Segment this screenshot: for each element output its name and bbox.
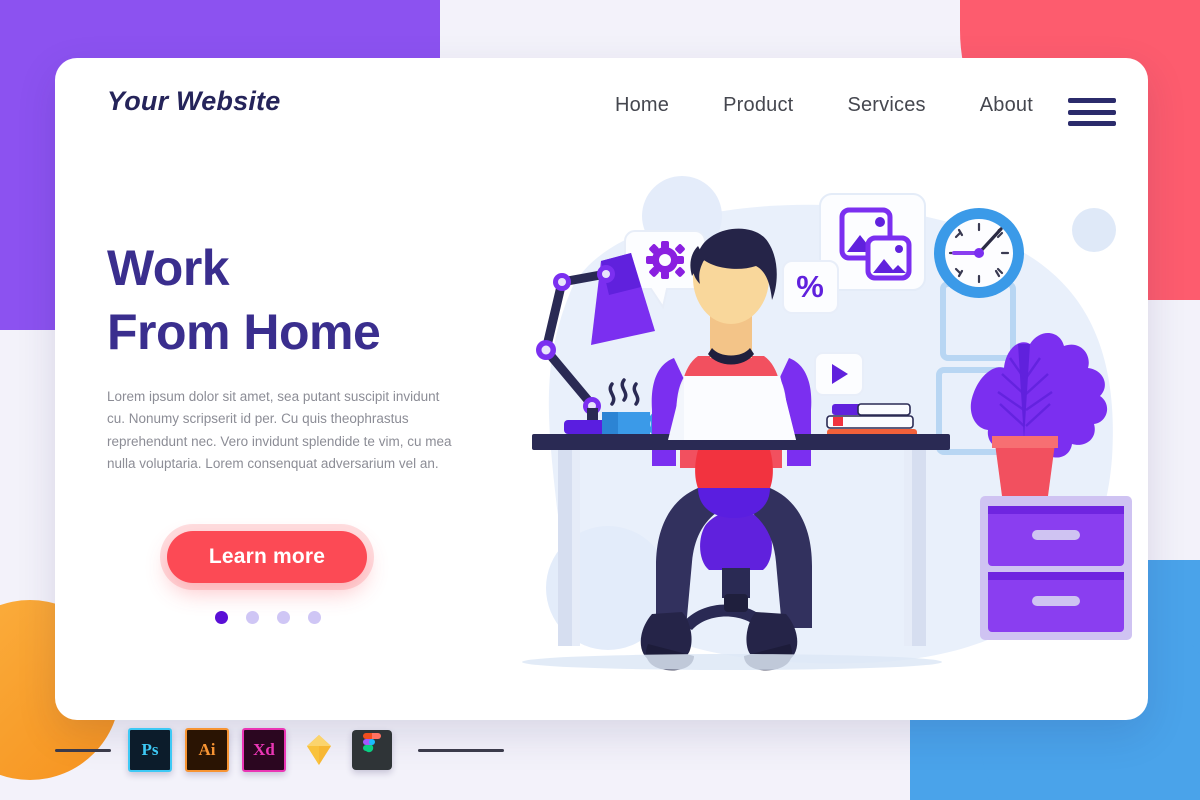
nav-item-product[interactable]: Product — [723, 94, 793, 117]
gear-icon — [646, 241, 685, 279]
divider-line-left — [55, 748, 111, 752]
desk-leg-right — [912, 450, 926, 646]
hero-paragraph: Lorem ipsum dolor sit amet, sea putant s… — [107, 389, 452, 471]
learn-more-button[interactable]: Learn more — [167, 530, 367, 583]
floor-shadow — [522, 654, 942, 670]
burger-bar — [1068, 109, 1116, 115]
wall-clock — [934, 208, 1024, 298]
site-logo[interactable]: Your Website — [107, 86, 280, 117]
burger-bar — [1068, 121, 1116, 126]
heading-line-1: Work — [107, 240, 230, 296]
nav-item-services[interactable]: Services — [847, 94, 925, 117]
drawer-handle-top — [1032, 530, 1080, 540]
page-title: Work From Home — [107, 236, 507, 364]
carousel-dot-2[interactable] — [246, 610, 259, 624]
nav-item-about[interactable]: About — [980, 94, 1033, 117]
carousel-dot-3[interactable] — [277, 610, 290, 624]
work-from-home-illustration: % — [502, 158, 1148, 718]
laptop — [668, 376, 796, 440]
sketch-icon[interactable] — [299, 730, 339, 770]
illustrator-icon[interactable]: Ai — [185, 728, 229, 772]
figma-icon[interactable] — [352, 730, 392, 770]
carousel-dots — [215, 610, 507, 624]
hero-copy: Work From Home Lorem ipsum dolor sit ame… — [107, 236, 507, 624]
tool-icons: Ps Ai Xd — [128, 728, 392, 772]
xd-icon[interactable]: Xd — [242, 728, 286, 772]
main-nav: Home Product Services About — [615, 94, 1033, 117]
desk-leg-left — [558, 450, 572, 646]
drawer-cabinet — [980, 496, 1132, 640]
carousel-dot-1[interactable] — [215, 610, 228, 624]
percent-symbol: % — [796, 269, 824, 304]
divider-line-right — [418, 748, 504, 752]
landing-card: Your Website Home Product Services About… — [55, 58, 1148, 720]
carousel-dot-4[interactable] — [308, 610, 321, 624]
nav-item-home[interactable]: Home — [615, 94, 669, 117]
heading-line-2: From Home — [107, 304, 381, 360]
play-button-card — [814, 352, 864, 396]
burger-bar — [1068, 98, 1116, 103]
drawer-handle-bottom — [1032, 596, 1080, 606]
tool-strip: Ps Ai Xd — [0, 722, 1200, 778]
site-header: Your Website Home Product Services About — [55, 58, 1148, 158]
page-stage: Your Website Home Product Services About… — [0, 0, 1200, 800]
photoshop-icon[interactable]: Ps — [128, 728, 172, 772]
hamburger-menu-icon[interactable] — [1068, 98, 1116, 126]
bg-circle-2 — [1072, 208, 1116, 252]
percent-card: % — [782, 260, 839, 314]
